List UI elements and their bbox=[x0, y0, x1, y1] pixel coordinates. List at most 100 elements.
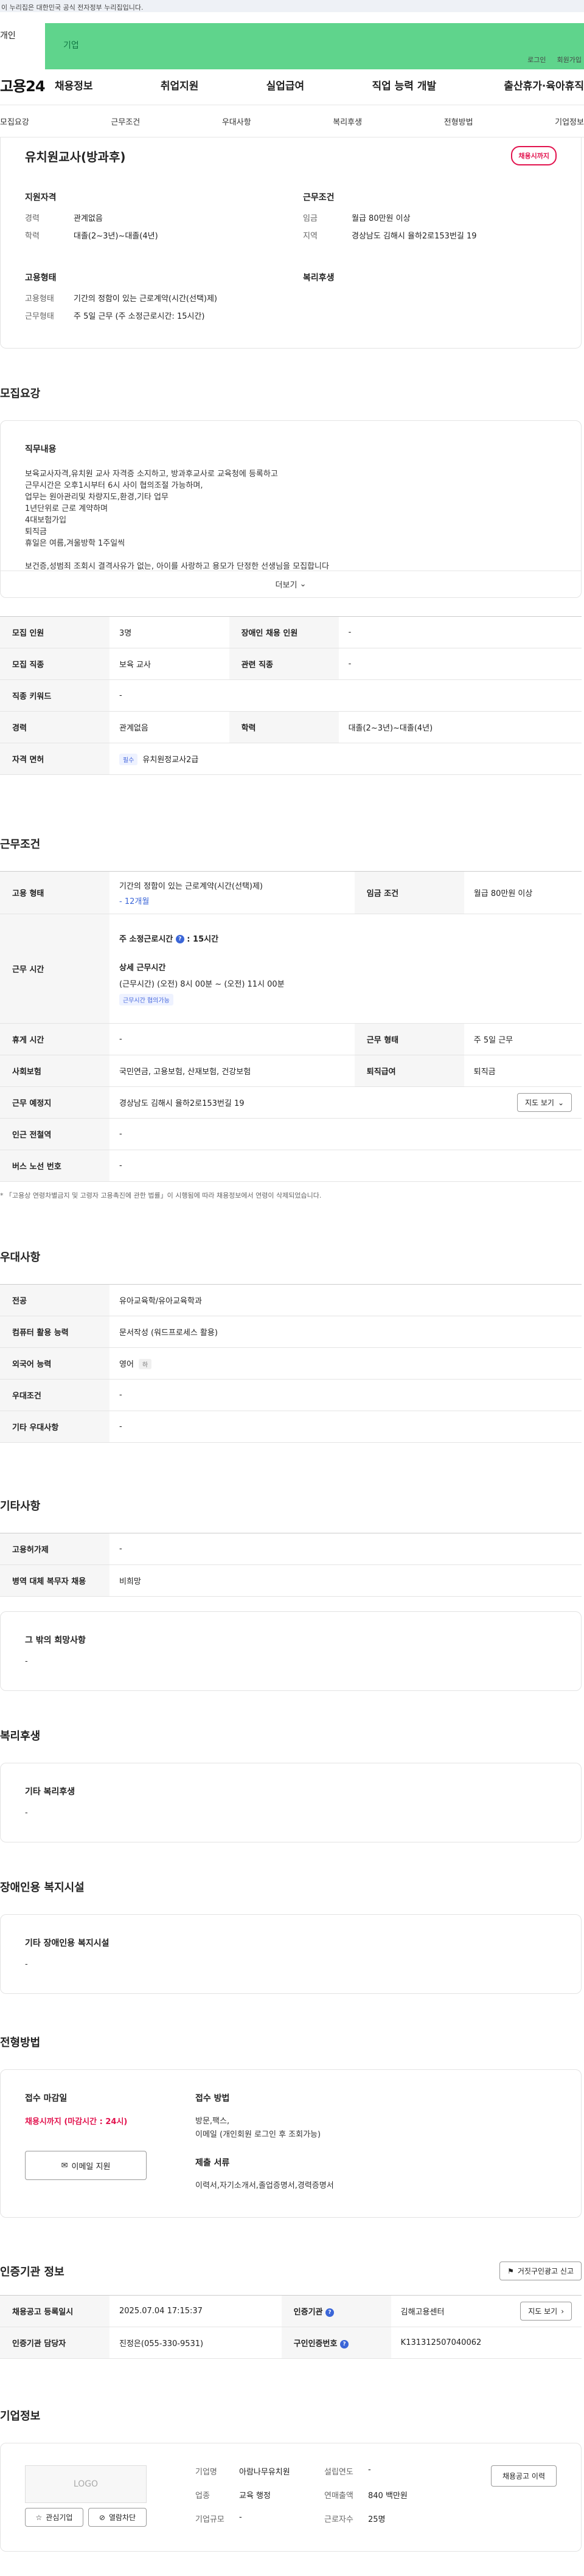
star-icon: ☆ bbox=[35, 2513, 43, 2522]
tab-company[interactable]: 기업 bbox=[45, 23, 584, 69]
required-chip: 필수 bbox=[119, 753, 138, 765]
table-cell: - bbox=[338, 616, 582, 648]
apply-card: 접수 마감일 채용시까지 (마감시간 : 24시) ✉ 이메일 지원 접수 방법 … bbox=[0, 2069, 582, 2218]
map-button[interactable]: 지도 보기 ⌄ bbox=[516, 1093, 572, 1112]
company-value: - bbox=[239, 2513, 242, 2522]
apply-deadline-col: 접수 마감일 채용시까지 (마감시간 : 24시) ✉ 이메일 지원 bbox=[25, 2092, 195, 2193]
email-apply-button[interactable]: ✉ 이메일 지원 bbox=[25, 2151, 147, 2180]
job-content-card: 직무내용 보육교사자격,유치원 교사 자격증 소지하고, 방과후교사로 교육청에… bbox=[0, 420, 582, 598]
company-value: - bbox=[368, 2465, 371, 2474]
table-row: 근무 시간 주 소정근로시간 ? : 15시간 상세 근무시간 (근무시간) (… bbox=[0, 914, 582, 1024]
block-view-label: 열람차단 bbox=[108, 2513, 136, 2522]
tab-company-info[interactable]: 기업정보 bbox=[555, 116, 584, 127]
table-cell: 대졸(2~3년)~대졸(4년) bbox=[338, 711, 582, 743]
tab-personal[interactable]: 개인 bbox=[0, 23, 45, 47]
table-row: 버스 노선 번호 - bbox=[0, 1150, 582, 1182]
info-icon[interactable]: ? bbox=[339, 2339, 349, 2349]
join-link[interactable]: 회원가입 bbox=[557, 55, 582, 68]
table-row: 고용 형태 기간의 정함이 있는 근로계약(시간(선택)제) - 12개월 임금 … bbox=[0, 871, 582, 914]
company-value: 아람나무유치원 bbox=[239, 2468, 290, 2477]
chevron-down-icon: ⌄ bbox=[557, 1098, 564, 1107]
login-link[interactable]: 로그인 bbox=[527, 55, 546, 68]
tab-selection[interactable]: 전형방법 bbox=[444, 116, 473, 127]
table-header-cell: 휴게 시간 bbox=[0, 1023, 109, 1055]
table-cell: - bbox=[109, 679, 582, 712]
recruit-table: 모집 인원 3명 장애인 채용 인원 - 모집 직종 보육 교사 관련 직종 - 직종 키워… bbox=[0, 616, 582, 775]
table-header-cell: 직종 키워드 bbox=[0, 679, 109, 712]
recruit-history-button[interactable]: 채용공고 이력 bbox=[490, 2465, 557, 2487]
false-ad-report-label: 거짓구인광고 신고 bbox=[517, 2267, 574, 2276]
mail-icon: ✉ bbox=[61, 2161, 68, 2170]
interest-company-button[interactable]: ☆ 관심기업 bbox=[25, 2508, 83, 2527]
agency-map-label: 지도 보기 bbox=[528, 2307, 558, 2316]
apply-deadline-heading: 접수 마감일 bbox=[25, 2094, 68, 2103]
summary-heading: 근무조건 bbox=[303, 193, 335, 203]
agency-table: 채용공고 등록일시 2025.07.04 17:15:37 인증기관 ? 김해고용센터… bbox=[0, 2295, 582, 2359]
weekly-hours-value: 15시간 bbox=[193, 934, 219, 944]
table-row: 모집 인원 3명 장애인 채용 인원 - bbox=[0, 616, 582, 648]
summary-label: 근무형태 bbox=[25, 312, 54, 321]
table-header-cell: 고용허가제 bbox=[0, 1533, 109, 1565]
siren-icon: ⚑ bbox=[507, 2266, 514, 2276]
table-header-cell: 인증기관 담당자 bbox=[0, 2327, 109, 2359]
table-cell: 필수 유치원정교사2급 bbox=[109, 743, 582, 775]
summary-qualification: 지원자격 경력 관계없음 학력 대졸(2~3년)~대졸(4년) bbox=[25, 191, 279, 247]
summary-welfare: 복리후생 bbox=[303, 271, 557, 327]
table-row: 우대조건 - bbox=[0, 1379, 582, 1411]
table-header-cell: 병역 대체 복무자 채용 bbox=[0, 1564, 109, 1597]
apply-docs-heading: 제출 서류 bbox=[195, 2158, 230, 2168]
emptype-period: - 12개월 bbox=[119, 897, 150, 906]
company-label: 근로자수 bbox=[324, 2515, 353, 2524]
table-cell: - bbox=[109, 1411, 582, 1443]
summary-heading: 복리후생 bbox=[303, 273, 335, 283]
gnb-item-parental-leave[interactable]: 출산휴가·육아휴직 bbox=[504, 77, 584, 92]
table-row: 병역 대체 복무자 채용 비희망 bbox=[0, 1564, 582, 1597]
summary-value: 주 5일 근무 (주 소정근로시간: 15시간) bbox=[74, 312, 205, 321]
table-header-cell: 관련 직종 bbox=[229, 648, 339, 680]
table-header-cell: 외국어 능력 bbox=[0, 1347, 109, 1380]
summary-value: 기간의 정함이 있는 근로계약(시간(선택)제) bbox=[74, 294, 218, 304]
block-view-button[interactable]: ⊘ 열람차단 bbox=[88, 2508, 147, 2527]
table-cell: 월급 80만원 이상 bbox=[464, 871, 582, 914]
summary-label: 지역 bbox=[303, 232, 318, 241]
gnb-item-employment-support[interactable]: 취업지원 bbox=[161, 77, 199, 92]
company-label: 업종 bbox=[195, 2491, 210, 2501]
table-header-cell: 전공 bbox=[0, 1284, 109, 1316]
site-logo[interactable]: 고용24 bbox=[0, 74, 55, 95]
company-value: 840 백만원 bbox=[368, 2491, 408, 2501]
tab-preferences[interactable]: 우대사항 bbox=[222, 116, 251, 127]
section-title-etc: 기타사항 bbox=[0, 1500, 41, 1513]
table-row: 전공 유아교육학/유아교육학과 bbox=[0, 1284, 582, 1316]
agency-map-button[interactable]: 지도 보기 › bbox=[520, 2302, 572, 2321]
table-cell: - bbox=[109, 1118, 582, 1150]
table-header-cell: 고용 형태 bbox=[0, 871, 109, 914]
tab-recruit[interactable]: 모집요강 bbox=[0, 116, 29, 127]
section-nav: 모집요강 근무조건 우대사항 복리후생 전형방법 기업정보 bbox=[0, 105, 584, 137]
gnb-item-unemployment-benefit[interactable]: 실업급여 bbox=[266, 77, 305, 92]
prefer-table: 전공 유아교육학/유아교육학과 컴퓨터 활용 능력 문서작성 (워드프로세스 활용)… bbox=[0, 1284, 582, 1443]
info-icon[interactable]: ? bbox=[325, 2308, 335, 2317]
table-header-cell: 컴퓨터 활용 능력 bbox=[0, 1316, 109, 1348]
section-title-disability: 장애인용 복지시설 bbox=[0, 1881, 85, 1894]
table-cell: 김해고용센터 지도 보기 › bbox=[391, 2295, 582, 2327]
table-cell: 3명 bbox=[109, 616, 229, 648]
email-apply-label: 이메일 지원 bbox=[71, 2162, 111, 2172]
table-header-cell: 사회보험 bbox=[0, 1055, 109, 1087]
table-cell: 비희망 bbox=[109, 1564, 582, 1597]
info-icon[interactable]: ? bbox=[175, 935, 184, 943]
gov-notice-bar: 이 누리집은 대한민국 공식 전자정부 누리집입니다. bbox=[0, 0, 584, 12]
summary-employment: 고용형태 고용형태 기간의 정함이 있는 근로계약(시간(선택)제) 근무형태 주 … bbox=[25, 271, 279, 327]
tab-work-conditions[interactable]: 근무조건 bbox=[111, 116, 140, 127]
false-ad-report-button[interactable]: ⚑ 거짓구인광고 신고 bbox=[499, 2262, 582, 2280]
gnb-item-skill-development[interactable]: 직업 능력 개발 bbox=[372, 77, 436, 92]
work-table: 고용 형태 기간의 정함이 있는 근로계약(시간(선택)제) - 12개월 임금 … bbox=[0, 871, 582, 1182]
gnb-item-jobs[interactable]: 채용정보 bbox=[55, 77, 93, 92]
table-header-cell: 학력 bbox=[229, 711, 339, 743]
company-label: 설립연도 bbox=[324, 2468, 353, 2477]
summary-value: 대졸(2~3년)~대졸(4년) bbox=[74, 232, 158, 241]
table-row: 기타 우대사항 - bbox=[0, 1411, 582, 1443]
apply-method-value: 이메일 (개인회원 로그인 후 조회가능) bbox=[195, 2130, 321, 2139]
more-button[interactable]: 더보기 ⌄ bbox=[1, 571, 581, 597]
table-header-cell: 우대조건 bbox=[0, 1379, 109, 1411]
tab-welfare[interactable]: 복리후생 bbox=[333, 116, 362, 127]
